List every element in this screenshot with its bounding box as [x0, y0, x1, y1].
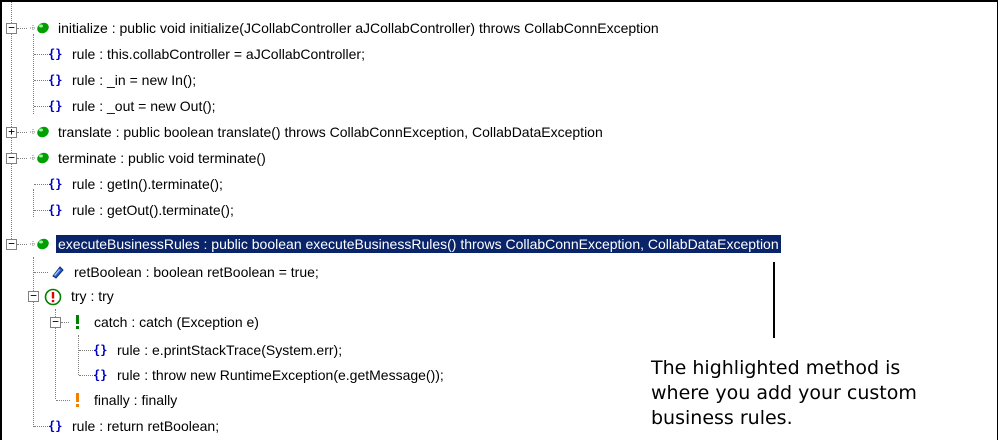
tree-node-rule[interactable]: {} rule : getIn().terminate();: [48, 171, 225, 197]
callout-line-2: where you add your custom: [651, 382, 917, 404]
tree-connector: [34, 184, 48, 185]
tree-node-rule[interactable]: {} rule : this.collabController = aJColl…: [48, 41, 367, 67]
exception-icon: [43, 288, 63, 306]
collapse-toggle[interactable]: −: [6, 152, 17, 164]
svg-text:{}: {}: [48, 47, 62, 61]
catch-icon: [70, 314, 86, 330]
initialize-children-connector: [33, 34, 34, 114]
callout-annotation: The highlighted method is where you add …: [651, 356, 971, 431]
node-label: rule : getIn().terminate();: [72, 176, 223, 192]
tree-connector: [79, 375, 93, 376]
collapse-toggle[interactable]: −: [6, 238, 17, 250]
tree-node-translate[interactable]: translate : public boolean translate() t…: [30, 119, 605, 145]
node-label: try : try: [71, 288, 114, 304]
callout-pointer-line: [773, 262, 775, 338]
svg-text:{}: {}: [48, 419, 62, 433]
tree-connector: [34, 106, 48, 107]
node-label: retBoolean : boolean retBoolean = true;: [74, 264, 319, 280]
callout-line-3: business rules.: [651, 407, 793, 429]
tree-node-catch[interactable]: catch : catch (Exception e): [70, 309, 261, 335]
rule-icon: {}: [93, 342, 109, 358]
rule-icon: {}: [93, 367, 109, 383]
variable-icon: [50, 264, 66, 280]
node-label: rule : getOut().terminate();: [72, 202, 234, 218]
method-icon: [30, 124, 50, 140]
tree-node-rule[interactable]: {} rule : _in = new In();: [48, 67, 198, 93]
tree-node-rule[interactable]: {} rule : return retBoolean;: [48, 413, 221, 439]
tree-connector: [56, 400, 70, 401]
node-label: rule : this.collabController = aJCollabC…: [72, 46, 365, 62]
terminate-children-connector: [33, 189, 34, 217]
svg-text:{}: {}: [48, 99, 62, 113]
tree-connector: [17, 158, 27, 159]
node-label: catch : catch (Exception e): [94, 314, 259, 330]
method-icon: [30, 20, 50, 36]
rule-icon: {}: [48, 418, 64, 434]
tree-connector: [34, 272, 48, 273]
tree-node-initialize[interactable]: initialize : public void initialize(JCol…: [30, 15, 661, 41]
tree-connector: [34, 80, 48, 81]
tree-node-rule[interactable]: {} rule : getOut().terminate();: [48, 197, 236, 223]
tree-node-rule[interactable]: {} rule : throw new RuntimeException(e.g…: [93, 362, 446, 388]
execute-children-connector: [33, 257, 34, 427]
rule-icon: {}: [48, 176, 64, 192]
tree-connector: [17, 244, 27, 245]
collapse-toggle[interactable]: −: [28, 290, 39, 302]
expand-toggle[interactable]: +: [6, 126, 17, 138]
finally-icon: [70, 392, 86, 408]
tree-connector: [17, 28, 27, 29]
rule-icon: {}: [48, 202, 64, 218]
node-label: finally : finally: [94, 392, 178, 408]
node-label: rule : e.printStackTrace(System.err);: [117, 342, 343, 358]
method-icon: [30, 236, 50, 252]
tree-node-execute-business-rules[interactable]: executeBusinessRules : public boolean ex…: [30, 231, 782, 257]
node-label: rule : return retBoolean;: [72, 418, 220, 434]
rule-icon: {}: [48, 46, 64, 62]
tree-node-rule[interactable]: {} rule : e.printStackTrace(System.err);: [93, 337, 344, 363]
root-tree-connector: [11, 2, 12, 245]
node-label: rule : throw new RuntimeException(e.getM…: [117, 367, 444, 383]
node-label: executeBusinessRules : public boolean ex…: [55, 234, 782, 254]
rule-icon: {}: [48, 72, 64, 88]
tree-node-variable[interactable]: retBoolean : boolean retBoolean = true;: [50, 259, 321, 285]
collapse-toggle[interactable]: −: [6, 22, 17, 34]
tree-node-finally[interactable]: finally : finally: [70, 387, 179, 413]
tree-connector: [34, 54, 48, 55]
svg-text:{}: {}: [48, 203, 62, 217]
node-label: initialize : public void initialize(JCol…: [58, 20, 659, 36]
node-label: rule : _out = new Out();: [72, 98, 216, 114]
svg-text:{}: {}: [48, 177, 62, 191]
callout-line-1: The highlighted method is: [651, 357, 901, 379]
tree-node-terminate[interactable]: terminate : public void terminate(): [30, 145, 268, 171]
svg-text:{}: {}: [48, 73, 62, 87]
node-label: rule : _in = new In();: [72, 72, 197, 88]
catch-children-connector: [78, 335, 79, 375]
tree-node-try[interactable]: try : try: [43, 283, 116, 309]
node-label: translate : public boolean translate() t…: [58, 124, 603, 140]
tree-connector: [17, 132, 27, 133]
rule-icon: {}: [48, 98, 64, 114]
svg-text:{}: {}: [93, 343, 107, 357]
node-label: terminate : public void terminate(): [58, 150, 266, 166]
svg-text:{}: {}: [93, 368, 107, 382]
tree-node-rule[interactable]: {} rule : _out = new Out();: [48, 93, 218, 119]
tree-connector: [61, 322, 69, 323]
collapse-toggle[interactable]: −: [50, 316, 61, 328]
tree-connector: [79, 350, 93, 351]
tree-connector: [34, 426, 48, 427]
method-icon: [30, 150, 50, 166]
tree-connector: [34, 210, 48, 211]
